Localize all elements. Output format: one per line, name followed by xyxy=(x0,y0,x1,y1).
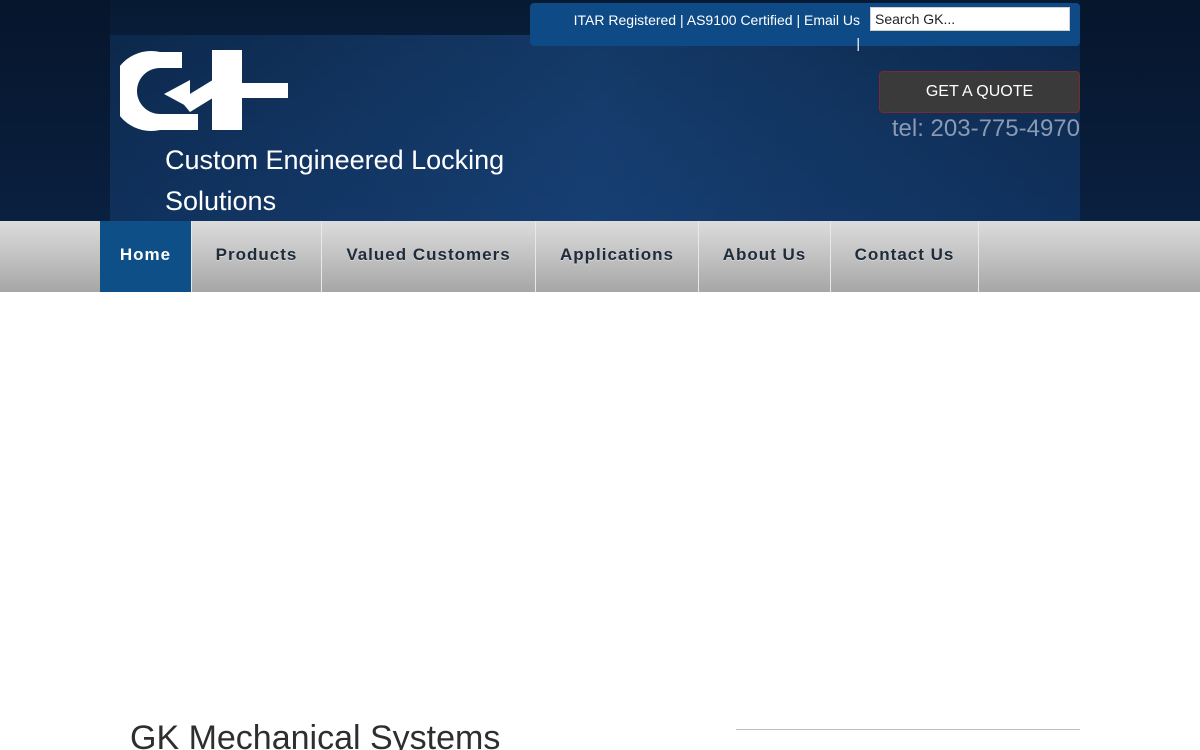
site-tagline: Custom Engineered Locking Solutions xyxy=(165,145,505,216)
nav-item-contact-us[interactable]: Contact Us xyxy=(831,221,979,292)
header-edge-right xyxy=(1080,0,1200,221)
sidebar-divider xyxy=(736,729,1080,730)
page-title: GK Mechanical Systems xyxy=(130,719,501,750)
site-header: ITAR Registered | AS9100 Certified | Ema… xyxy=(0,0,1200,221)
nav-item-products[interactable]: Products xyxy=(192,221,322,292)
utility-links[interactable]: ITAR Registered | AS9100 Certified | Ema… xyxy=(570,9,860,55)
get-quote-button[interactable]: GET A QUOTE xyxy=(879,71,1080,113)
gk-logo-icon[interactable] xyxy=(120,50,290,132)
nav-item-applications[interactable]: Applications xyxy=(536,221,699,292)
header-edge-left xyxy=(0,0,110,221)
main-navigation: Home Products Valued Customers Applicati… xyxy=(0,221,1200,292)
nav-item-valued-customers[interactable]: Valued Customers xyxy=(322,221,536,292)
phone-number[interactable]: tel: 203-775-4970 xyxy=(860,114,1080,144)
nav-item-home[interactable]: Home xyxy=(100,221,192,292)
search-input[interactable] xyxy=(870,7,1070,31)
nav-item-about-us[interactable]: About Us xyxy=(699,221,831,292)
